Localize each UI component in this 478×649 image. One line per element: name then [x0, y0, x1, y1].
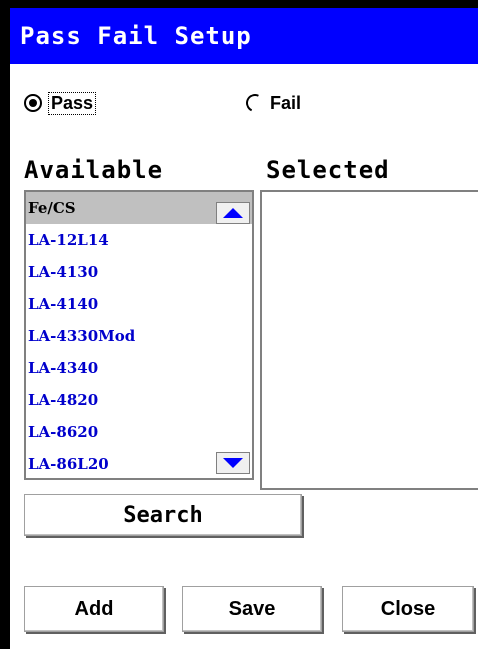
- close-button[interactable]: Close: [342, 586, 474, 632]
- fail-radio[interactable]: Fail: [243, 88, 302, 118]
- search-button[interactable]: Search: [24, 494, 302, 536]
- list-item[interactable]: LA-4340: [26, 352, 252, 384]
- available-heading: Available: [24, 156, 164, 184]
- list-item[interactable]: LA-4130: [26, 256, 252, 288]
- pass-radio-label: Pass: [48, 91, 97, 115]
- pass-fail-setup-window: Pass Fail Setup Pass Fail Available Sele…: [10, 8, 478, 649]
- list-item[interactable]: LA-12L14: [26, 224, 252, 256]
- scroll-up-button[interactable]: [216, 202, 250, 224]
- arrow-down-icon: [223, 458, 243, 468]
- save-button[interactable]: Save: [182, 586, 322, 632]
- fail-radio-label: Fail: [270, 92, 302, 113]
- pass-radio[interactable]: Pass: [24, 88, 97, 118]
- selected-heading: Selected: [266, 156, 390, 184]
- selected-list[interactable]: [260, 190, 478, 490]
- list-item[interactable]: LA-4330Mod: [26, 320, 252, 352]
- window-title: Pass Fail Setup: [10, 8, 478, 64]
- list-item[interactable]: LA-8620: [26, 416, 252, 448]
- radio-unselected-icon[interactable]: [243, 91, 267, 115]
- available-list[interactable]: Fe/CS LA-12L14 LA-4130 LA-4140 LA-4330Mo…: [24, 190, 254, 480]
- add-button[interactable]: Add: [24, 586, 164, 632]
- arrow-up-icon: [223, 208, 243, 218]
- radio-selected-icon[interactable]: [24, 94, 42, 112]
- list-item[interactable]: LA-4140: [26, 288, 252, 320]
- list-item[interactable]: LA-4820: [26, 384, 252, 416]
- scroll-down-button[interactable]: [216, 452, 250, 474]
